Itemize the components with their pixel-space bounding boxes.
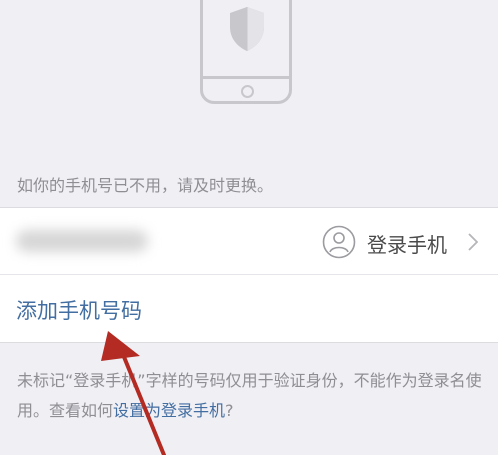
phone-usage-note: 未标记“登录手机”字样的号码仅用于验证身份，不能作为登录名使用。查看如何设置为登… bbox=[17, 366, 487, 426]
note-text: 未标记“登录手机”字样的号码仅用于验证身份，不能作为登录名使用。查看如何 bbox=[17, 371, 482, 420]
shield-icon bbox=[230, 7, 264, 51]
add-phone-button[interactable]: 添加手机号码 bbox=[16, 295, 142, 325]
phone-home-button-graphic bbox=[241, 85, 254, 98]
phone-shield-icon bbox=[200, 0, 292, 104]
person-icon bbox=[322, 225, 356, 259]
phone-screen-divider bbox=[203, 76, 289, 79]
replace-phone-hint: 如你的手机号已不用，请及时更换。 bbox=[17, 176, 274, 195]
set-login-phone-link[interactable]: 设置为登录手机 bbox=[113, 401, 225, 420]
add-phone-row[interactable]: 添加手机号码 bbox=[0, 275, 498, 342]
blurred-phone-number bbox=[16, 230, 148, 252]
chevron-right-icon bbox=[468, 233, 478, 251]
login-phone-label: 登录手机 bbox=[367, 233, 447, 257]
phone-list: 登录手机 添加手机号码 bbox=[0, 207, 498, 343]
note-question-mark: ? bbox=[225, 401, 234, 420]
login-phone-row[interactable]: 登录手机 bbox=[0, 208, 498, 275]
